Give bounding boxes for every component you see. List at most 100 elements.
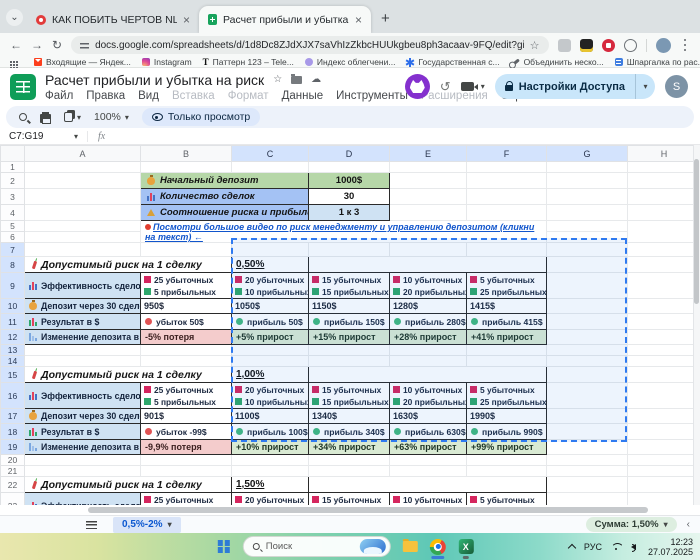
row-header[interactable]: 22 [0,476,25,493]
speaker-icon[interactable] [630,543,636,552]
grid-cell[interactable] [546,439,628,455]
info-value-cell[interactable]: 1000$ [308,172,390,189]
grid-cell[interactable] [627,344,700,356]
col-header[interactable]: D [308,145,390,162]
grid-cell[interactable] [627,188,700,205]
efficiency-cell[interactable]: 15 убыточных15 прибыльных [308,272,390,299]
row-label-cell[interactable]: Изменение депозита в % [24,439,141,455]
language-indicator[interactable]: РУС [584,542,602,552]
change-cell[interactable]: +28% прирост [389,329,467,345]
grid-cell[interactable] [627,256,700,273]
row-header[interactable]: 12 [0,329,25,345]
grid-cell[interactable] [627,242,700,257]
change-cell[interactable]: -5% потеря [140,329,232,345]
deposit-cell[interactable]: 950$ [140,298,232,314]
sheet-tab-active[interactable]: 0,5%-2% ▾ [113,516,181,533]
row-header[interactable]: 21 [0,465,25,477]
bookmark-item[interactable]: Объединить неско... [510,57,604,67]
reload-button[interactable]: ↻ [52,39,62,51]
browser-profile-avatar[interactable] [655,37,671,53]
grid-cell[interactable] [140,161,232,173]
menu-data[interactable]: Данные [282,90,324,102]
col-header[interactable]: F [466,145,547,162]
row-header[interactable]: 3 [0,188,25,205]
address-bar[interactable]: docs.google.com/spreadsheets/d/1d8Dc8ZJd… [71,36,549,54]
grid-cell[interactable] [546,355,628,367]
deposit-cell[interactable]: 901$ [140,408,232,424]
wifi-icon[interactable] [611,543,622,551]
efficiency-cell[interactable]: 5 убыточных25 прибыльных [466,382,547,409]
row-header[interactable]: 13 [0,344,25,356]
row-header[interactable]: 5 [0,220,25,232]
file-explorer-button[interactable] [401,535,419,559]
grid-cell[interactable] [627,476,700,493]
row-label-cell[interactable]: Изменение депозита в % [24,329,141,345]
horizontal-scrollbar-thumb[interactable] [88,507,648,513]
grid-cell[interactable] [546,344,628,356]
row-header[interactable]: 18 [0,423,25,440]
grid-cell[interactable] [24,188,141,205]
move-folder-icon[interactable] [291,73,303,84]
grid-cell[interactable] [546,454,628,466]
change-cell[interactable]: -9,9% потеря [140,439,232,455]
change-cell[interactable]: +15% прирост [308,329,390,345]
chevron-down-icon[interactable]: ▾ [664,520,668,529]
chrome-button[interactable] [429,535,447,559]
result-cell[interactable]: прибыль 50$ [231,313,309,330]
print-icon[interactable] [40,111,51,124]
grid-cell[interactable] [231,355,309,367]
grid-cell[interactable] [627,329,700,345]
taskbar-clock[interactable]: 12:23 27.07.2025 [648,537,693,557]
chevron-down-icon[interactable]: ▾ [481,82,485,91]
row-label-cell[interactable]: Депозит через 30 сделок [24,298,141,314]
version-history-icon[interactable]: ↺ [440,79,451,95]
bookmark-star-icon[interactable]: ☆ [530,39,540,52]
hidden-icons-chevron[interactable] [567,543,577,552]
result-cell[interactable]: прибыль 340$ [308,423,390,440]
row-header[interactable]: 7 [0,242,25,257]
grid-cell[interactable] [627,423,700,440]
grid-cell[interactable] [627,161,700,173]
info-label-cell[interactable]: Количество сделок [140,188,309,205]
menu-edit[interactable]: Правка [86,90,125,102]
video-link-text[interactable]: Посмотри большое видео по риск менеджмен… [145,222,534,242]
result-cell[interactable]: прибыль 990$ [466,423,547,440]
extension-icon[interactable] [623,38,637,52]
change-cell[interactable]: +63% прирост [389,439,467,455]
efficiency-cell[interactable]: 10 убыточных20 прибыльных [389,382,467,409]
efficiency-cell[interactable]: 5 убыточных25 прибыльных [466,272,547,299]
grid-cell[interactable] [308,476,547,493]
row-label-cell[interactable]: Результат в $ [24,313,141,330]
row-header[interactable]: 17 [0,408,25,424]
row-label-cell[interactable]: Эффективность сделок [24,272,141,299]
change-cell[interactable]: +34% прирост [308,439,390,455]
result-cell[interactable]: убыток 50$ [140,313,232,330]
horizontal-scrollbar[interactable] [0,505,700,515]
excel-button[interactable]: X [457,535,475,559]
grid-cell[interactable] [24,344,141,356]
deposit-cell[interactable]: 1100$ [231,408,309,424]
grid-cell[interactable] [546,313,628,330]
result-cell[interactable]: прибыль 100$ [231,423,309,440]
row-label-cell[interactable]: Результат в $ [24,423,141,440]
vertical-scrollbar[interactable] [693,145,700,515]
bookmark-item[interactable]: Шпаргалка по рас... [614,57,700,67]
menu-view[interactable]: Вид [138,90,159,102]
apps-grid-icon[interactable] [10,61,12,63]
grid-cell[interactable] [389,242,467,257]
efficiency-cell[interactable]: 25 убыточных5 прибыльных [140,382,232,409]
meet-camera-icon[interactable] [460,82,474,91]
name-box[interactable]: C7:G19 ▾ [0,131,88,142]
grid-cell[interactable] [546,408,628,424]
row-header[interactable]: 1 [0,161,25,173]
search-icon[interactable] [19,113,27,121]
tab-search-button[interactable]: ⌄ [6,9,23,26]
grid-cell[interactable] [308,161,390,173]
row-header[interactable]: 8 [0,256,25,273]
collapse-panel-button[interactable]: ‹ [687,519,690,530]
row-header[interactable]: 4 [0,204,25,221]
grid-cell[interactable] [140,242,232,257]
info-value-cell[interactable]: 1 к 3 [308,204,390,221]
user-avatar[interactable]: S [665,75,688,98]
grid-cell[interactable] [546,242,628,257]
